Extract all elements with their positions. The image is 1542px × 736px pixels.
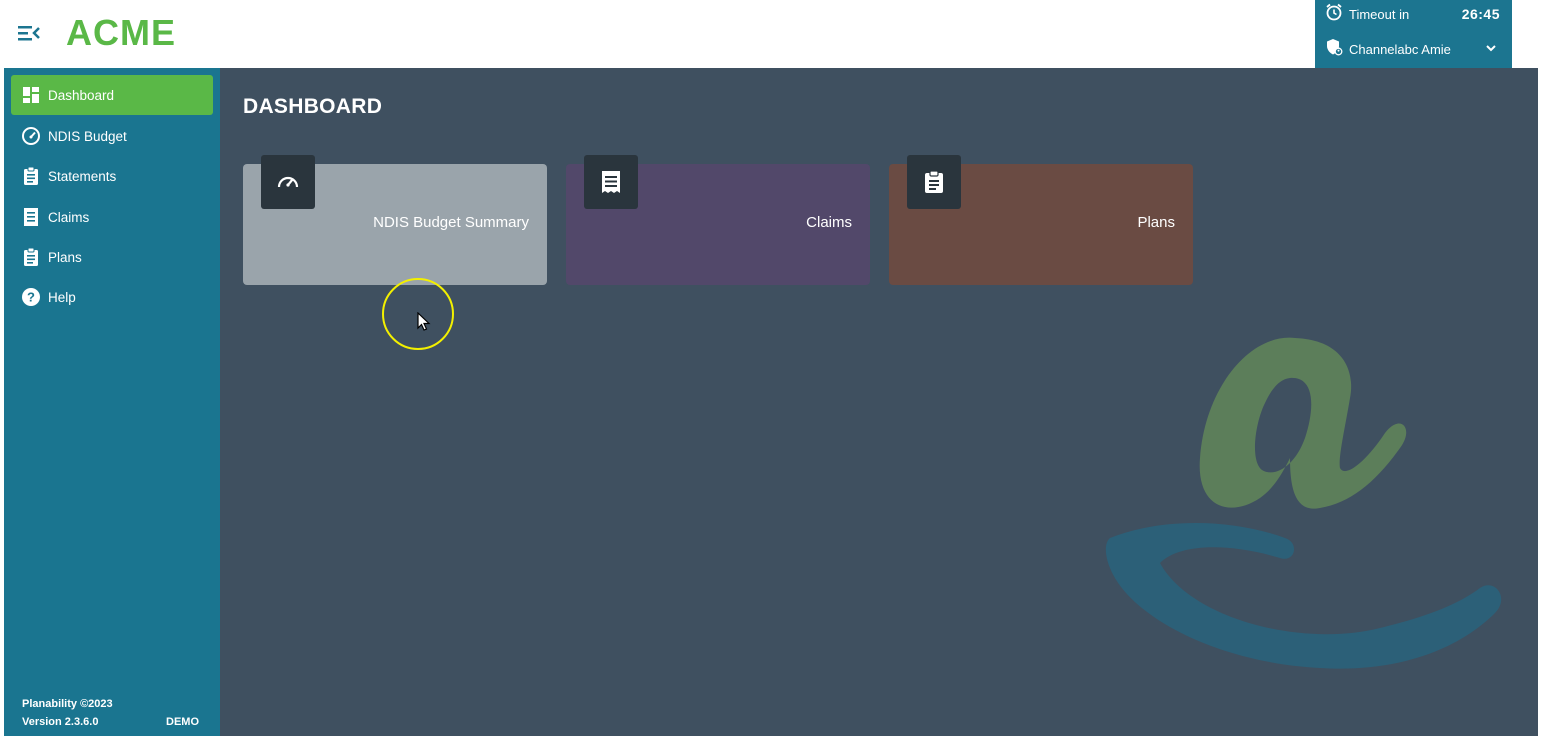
sidebar-item-claims[interactable]: Claims — [11, 197, 213, 237]
environment-badge: DEMO — [166, 716, 199, 728]
card-title: NDIS Budget Summary — [373, 214, 529, 231]
card-claims[interactable]: Claims — [566, 155, 870, 285]
top-header: ACME Timeout in 26:45 Channelabc Amie — [0, 0, 1542, 68]
card-title: Plans — [1137, 214, 1175, 231]
user-name: Channelabc Amie — [1349, 41, 1451, 57]
logo: ACME — [66, 12, 176, 53]
sidebar-item-label: Plans — [48, 249, 82, 265]
sidebar-item-help[interactable]: ? Help — [11, 277, 213, 317]
window-edge-right — [1538, 68, 1542, 736]
session-panel: Timeout in 26:45 Channelabc Amie — [1315, 0, 1512, 68]
sidebar: Dashboard NDIS Budget Statements Claims … — [4, 68, 220, 736]
card-title: Claims — [806, 214, 852, 231]
receipt-icon — [584, 155, 638, 209]
speedometer-icon — [21, 126, 41, 146]
brand-watermark-logo — [1100, 318, 1520, 736]
chevron-down-icon[interactable] — [1484, 41, 1498, 60]
speedometer-icon — [261, 155, 315, 209]
sidebar-item-dashboard[interactable]: Dashboard — [11, 75, 213, 115]
main-content: DASHBOARD NDIS Budget Summary Claims Pla… — [220, 68, 1538, 736]
sidebar-item-label: NDIS Budget — [48, 128, 127, 144]
menu-collapse-icon[interactable] — [14, 20, 44, 46]
sidebar-item-ndis-budget[interactable]: NDIS Budget — [11, 116, 213, 156]
version-text: Version 2.3.6.0 — [22, 716, 99, 728]
timeout-row: Timeout in 26:45 — [1325, 3, 1505, 25]
svg-text:?: ? — [27, 290, 35, 305]
clipboard-icon — [907, 155, 961, 209]
dashboard-icon — [21, 85, 41, 105]
card-ndis-budget-summary[interactable]: NDIS Budget Summary — [243, 155, 547, 285]
copyright-text: Planability ©2023 — [22, 698, 113, 710]
sidebar-item-label: Help — [48, 289, 76, 305]
help-icon: ? — [21, 287, 41, 307]
user-menu[interactable]: Channelabc Amie — [1325, 38, 1505, 60]
user-shield-icon — [1325, 38, 1343, 61]
clipboard-icon — [21, 166, 41, 186]
timeout-value: 26:45 — [1461, 6, 1500, 22]
sidebar-item-label: Claims — [48, 209, 90, 225]
sidebar-item-plans[interactable]: Plans — [11, 237, 213, 277]
alarm-clock-icon — [1325, 3, 1343, 26]
clipboard-icon — [21, 247, 41, 267]
sidebar-item-label: Statements — [48, 168, 117, 184]
card-plans[interactable]: Plans — [889, 155, 1193, 285]
receipt-icon — [21, 207, 41, 227]
sidebar-item-statements[interactable]: Statements — [11, 156, 213, 196]
sidebar-item-label: Dashboard — [48, 87, 115, 103]
page-title: DASHBOARD — [243, 95, 383, 118]
timeout-label: Timeout in — [1349, 6, 1410, 22]
mouse-cursor-icon — [417, 311, 431, 337]
